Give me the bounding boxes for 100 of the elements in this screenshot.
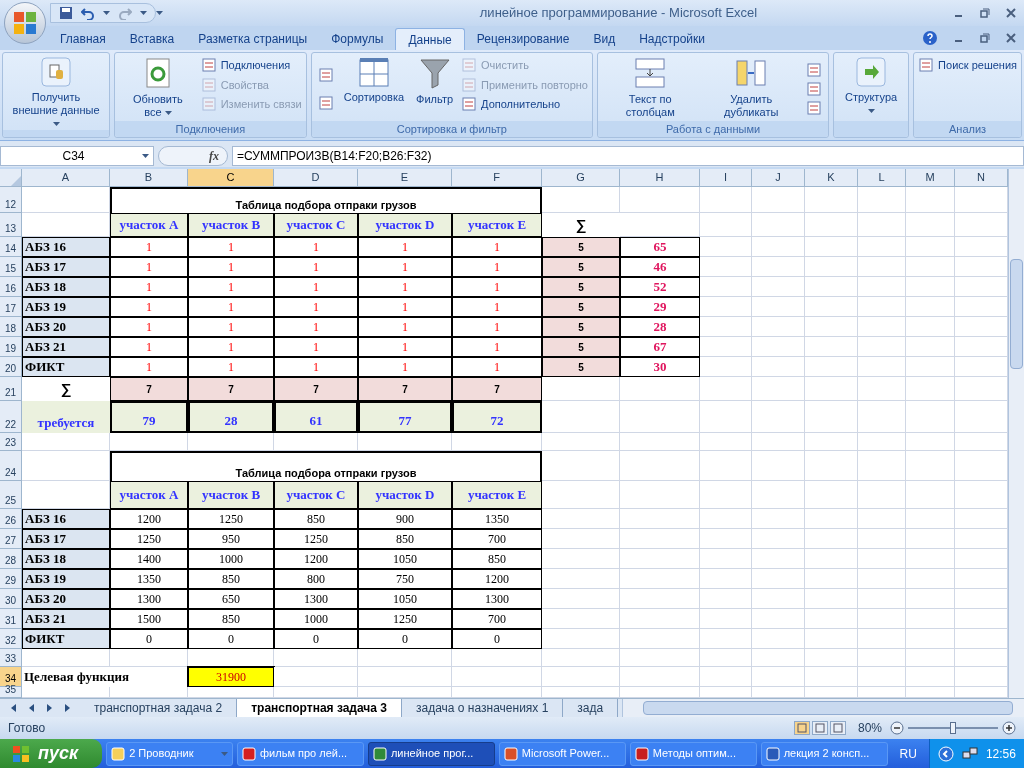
row-header[interactable]: 20	[0, 357, 22, 377]
grid-cell[interactable]	[955, 509, 1008, 529]
grid-cell[interactable]	[752, 433, 805, 451]
ribbon-tab[interactable]: Вставка	[117, 28, 187, 50]
grid-cell[interactable]	[620, 433, 700, 451]
grid-cell[interactable]	[955, 629, 1008, 649]
grid-cell[interactable]	[22, 687, 110, 698]
grid-cell[interactable]	[805, 433, 858, 451]
grid-cell[interactable]	[752, 569, 805, 589]
ribbon-button[interactable]: Дополнительно	[461, 96, 588, 113]
grid-cell[interactable]	[955, 401, 1008, 433]
column-header[interactable]: I	[700, 169, 752, 187]
grid-cell[interactable]	[542, 401, 620, 433]
grid-cell[interactable]	[906, 401, 955, 433]
grid-cell[interactable]	[542, 529, 620, 549]
grid-cell[interactable]	[700, 317, 752, 337]
ribbon-button[interactable]: Получить внешние данные	[7, 57, 106, 130]
taskbar-item[interactable]: линейное прог...	[367, 741, 495, 766]
row-header[interactable]: 17	[0, 297, 22, 317]
grid-cell[interactable]	[452, 667, 542, 687]
formula-field[interactable]: =СУММПРОИЗВ(B14:F20;B26:F32)	[232, 146, 1024, 166]
ribbon-tab[interactable]: Данные	[395, 28, 465, 50]
grid-cell[interactable]	[542, 377, 620, 401]
grid-cell[interactable]	[752, 687, 805, 698]
taskbar-item[interactable]: Microsoft Power...	[498, 741, 626, 766]
redo-icon[interactable]	[118, 6, 132, 20]
row-header[interactable]: 24	[0, 451, 22, 481]
grid-cell[interactable]	[542, 687, 620, 698]
grid-cell[interactable]	[858, 589, 906, 609]
grid-cell[interactable]	[858, 549, 906, 569]
grid-cell[interactable]	[955, 451, 1008, 481]
row-header[interactable]: 22	[0, 401, 22, 433]
column-header[interactable]: M	[906, 169, 955, 187]
ribbon-tab[interactable]: Рецензирование	[464, 28, 582, 50]
network-icon[interactable]	[961, 745, 978, 762]
grid-cell[interactable]	[188, 687, 274, 698]
grid-cell[interactable]	[906, 433, 955, 451]
grid-cell[interactable]	[752, 509, 805, 529]
grid-cell[interactable]	[805, 481, 858, 509]
chevron-icon[interactable]	[937, 745, 954, 762]
grid-cell[interactable]	[906, 357, 955, 377]
grid-cell[interactable]	[620, 687, 700, 698]
grid-cell[interactable]	[906, 237, 955, 257]
grid-cell[interactable]	[542, 629, 620, 649]
row-header[interactable]: 25	[0, 481, 22, 509]
grid-cell[interactable]	[700, 649, 752, 667]
row-header[interactable]: 26	[0, 509, 22, 529]
ribbon-tab[interactable]: Вид	[581, 28, 628, 50]
ribbon-tab[interactable]: Главная	[48, 28, 118, 50]
grid-cell[interactable]	[858, 257, 906, 277]
grid-cell[interactable]	[955, 337, 1008, 357]
taskbar-item[interactable]: 2 Проводник	[106, 741, 234, 766]
grid-cell[interactable]	[906, 213, 955, 237]
grid-cell[interactable]	[700, 277, 752, 297]
grid-cell[interactable]	[906, 589, 955, 609]
grid-cell[interactable]	[955, 481, 1008, 509]
name-box[interactable]: C34	[0, 146, 154, 166]
ribbon-button[interactable]: Поиск решения	[918, 57, 1017, 74]
grid-cell[interactable]	[955, 257, 1008, 277]
grid-cell[interactable]	[906, 687, 955, 698]
ribbon-button[interactable]: Удалить дубликаты	[702, 57, 800, 121]
grid-cell[interactable]	[620, 213, 700, 237]
grid-cell[interactable]	[906, 317, 955, 337]
grid-cell[interactable]	[858, 297, 906, 317]
grid-cell[interactable]	[858, 401, 906, 433]
row-header[interactable]: 13	[0, 213, 22, 237]
grid-cell[interactable]	[752, 237, 805, 257]
grid-cell[interactable]	[805, 667, 858, 687]
column-header[interactable]: N	[955, 169, 1008, 187]
help-icon[interactable]	[922, 30, 938, 46]
grid-cell[interactable]	[542, 589, 620, 609]
grid-cell[interactable]	[700, 509, 752, 529]
grid-cell[interactable]	[358, 433, 452, 451]
grid-cell[interactable]	[906, 277, 955, 297]
grid-cell[interactable]	[700, 401, 752, 433]
grid-cell[interactable]	[542, 649, 620, 667]
row-header[interactable]: 14	[0, 237, 22, 257]
grid-cell[interactable]	[955, 277, 1008, 297]
view-mode-icon[interactable]	[829, 721, 846, 735]
row-header[interactable]: 18	[0, 317, 22, 337]
grid-cell[interactable]	[752, 589, 805, 609]
sheet-nav-icon[interactable]	[63, 704, 71, 712]
column-header[interactable]: A	[22, 169, 110, 187]
grid-cell[interactable]	[700, 667, 752, 687]
grid-cell[interactable]	[955, 687, 1008, 698]
row-header[interactable]: 28	[0, 549, 22, 569]
grid-cell[interactable]	[700, 257, 752, 277]
grid-cell[interactable]	[620, 609, 700, 629]
row-header[interactable]: 16	[0, 277, 22, 297]
grid-cell[interactable]	[955, 529, 1008, 549]
grid-cell[interactable]	[805, 649, 858, 667]
grid-cell[interactable]	[858, 687, 906, 698]
ribbon-button[interactable]: Структура	[838, 57, 905, 121]
grid-cell[interactable]	[752, 337, 805, 357]
grid-cell[interactable]	[858, 317, 906, 337]
grid-cell[interactable]	[700, 213, 752, 237]
close-icon[interactable]	[1006, 8, 1016, 18]
grid-cell[interactable]	[274, 433, 358, 451]
grid-cell[interactable]	[955, 237, 1008, 257]
grid-cell[interactable]	[955, 187, 1008, 213]
